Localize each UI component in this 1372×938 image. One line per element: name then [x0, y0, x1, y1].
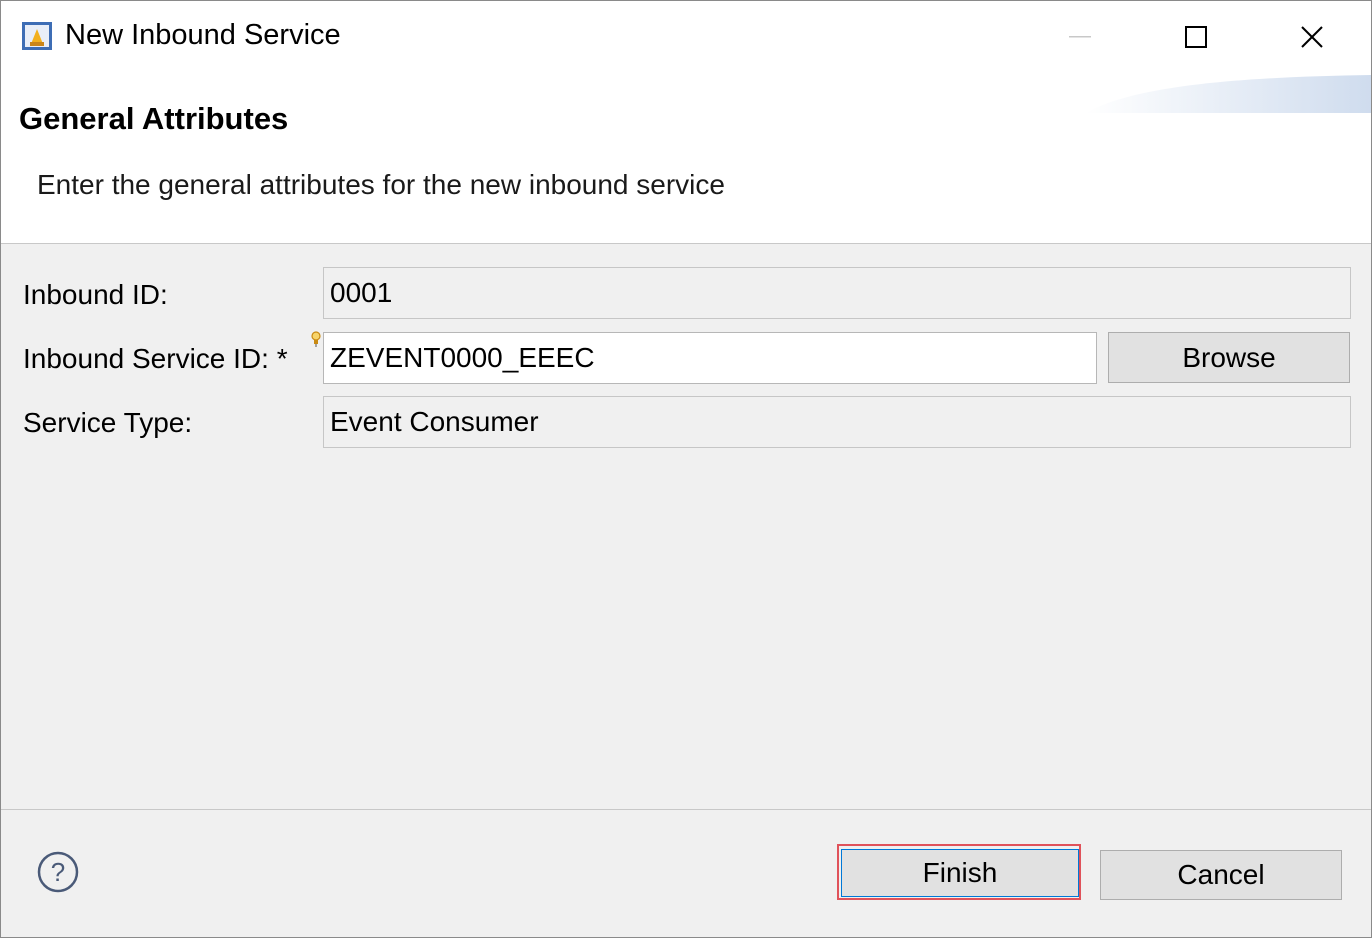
maximize-button[interactable]: [1138, 1, 1254, 73]
minimize-button[interactable]: [1022, 1, 1138, 73]
banner-graphic: [1086, 75, 1371, 113]
page-title: General Attributes: [19, 101, 289, 136]
inbound-id-field: 0001: [323, 267, 1351, 319]
wizard-header-banner: General Attributes Enter the general att…: [1, 75, 1371, 243]
minimize-icon: [1069, 36, 1091, 38]
title-bar[interactable]: New Inbound Service: [1, 1, 1371, 75]
browse-button[interactable]: Browse: [1108, 332, 1350, 383]
svg-text:?: ?: [51, 857, 65, 887]
content-assist-lightbulb-icon: [311, 331, 321, 347]
help-icon[interactable]: ?: [37, 851, 79, 893]
header-divider: [1, 243, 1371, 244]
service-type-field: Event Consumer: [323, 396, 1351, 448]
cancel-button[interactable]: Cancel: [1100, 850, 1342, 900]
adt-wizard-icon: [22, 22, 52, 50]
inbound-service-id-label: Inbound Service ID: *: [23, 343, 288, 374]
maximize-icon: [1185, 26, 1207, 48]
page-description: Enter the general attributes for the new…: [37, 169, 725, 200]
service-type-label: Service Type:: [23, 407, 193, 438]
close-icon: [1301, 26, 1323, 48]
footer-divider: [1, 809, 1371, 810]
inbound-id-label: Inbound ID:: [23, 279, 168, 310]
finish-button[interactable]: Finish: [841, 849, 1079, 897]
dialog-window: New Inbound Service General Attributes E…: [0, 0, 1372, 938]
inbound-service-id-input[interactable]: ZEVENT0000_EEEC: [323, 332, 1097, 384]
window-title: New Inbound Service: [65, 19, 341, 51]
close-button[interactable]: [1254, 1, 1370, 73]
